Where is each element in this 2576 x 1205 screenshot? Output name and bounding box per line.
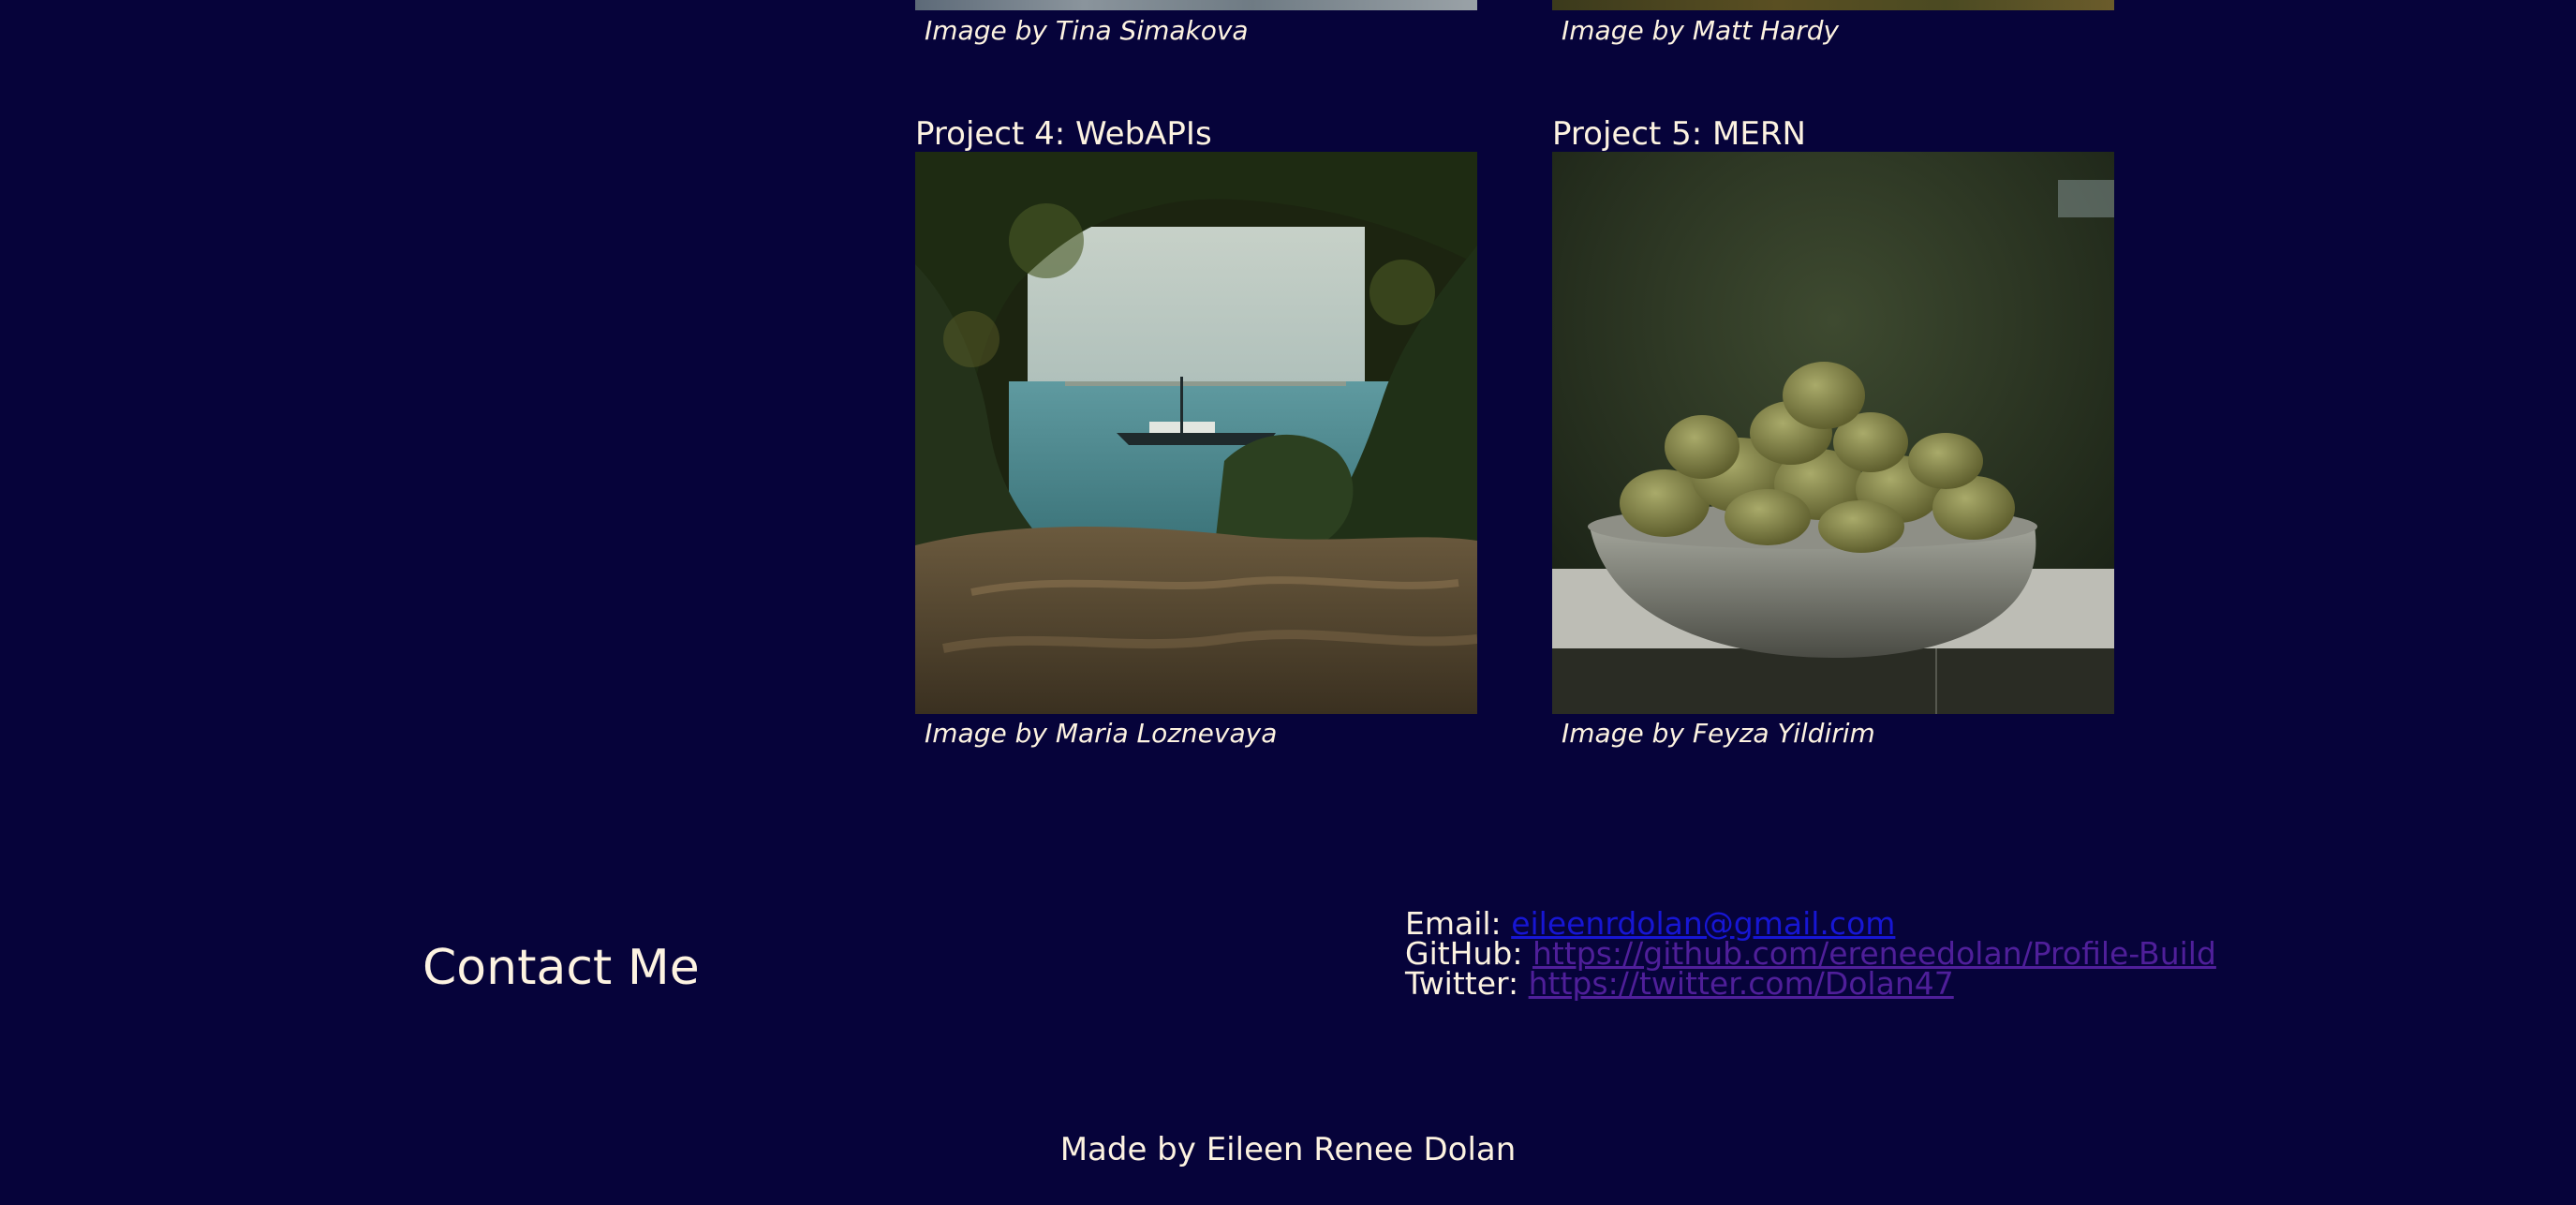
portfolio-page: Image by Tina Simakova Image by Matt Har… bbox=[0, 0, 2576, 1205]
project-image-top-right bbox=[1552, 0, 2114, 10]
contact-heading: Contact Me bbox=[422, 940, 700, 996]
project-title-mern[interactable]: Project 5: MERN bbox=[1552, 115, 1806, 153]
image-caption: Image by Maria Loznevaya bbox=[925, 718, 1278, 749]
contact-list: Email: eileenrdolan@gmail.com GitHub: ht… bbox=[1405, 908, 2216, 999]
pear-bowl-photo bbox=[1552, 152, 2114, 714]
contact-twitter-line: Twitter: https://twitter.com/Dolan47 bbox=[1405, 968, 2216, 999]
twitter-label: Twitter: bbox=[1405, 965, 1519, 1002]
project-image-top-left bbox=[915, 0, 1477, 10]
image-caption: Image by Tina Simakova bbox=[925, 15, 1249, 46]
lake-boat-photo bbox=[915, 152, 1477, 714]
image-caption: Image by Feyza Yildirim bbox=[1562, 718, 1875, 749]
footer-credit: Made by Eileen Renee Dolan bbox=[1059, 1131, 1517, 1168]
project-image-mern[interactable] bbox=[1552, 152, 2114, 714]
image-caption: Image by Matt Hardy bbox=[1562, 15, 1840, 46]
twitter-link[interactable]: https://twitter.com/Dolan47 bbox=[1529, 965, 1954, 1002]
project-title-webapis[interactable]: Project 4: WebAPIs bbox=[915, 115, 1212, 153]
project-image-webapis[interactable] bbox=[915, 152, 1477, 714]
